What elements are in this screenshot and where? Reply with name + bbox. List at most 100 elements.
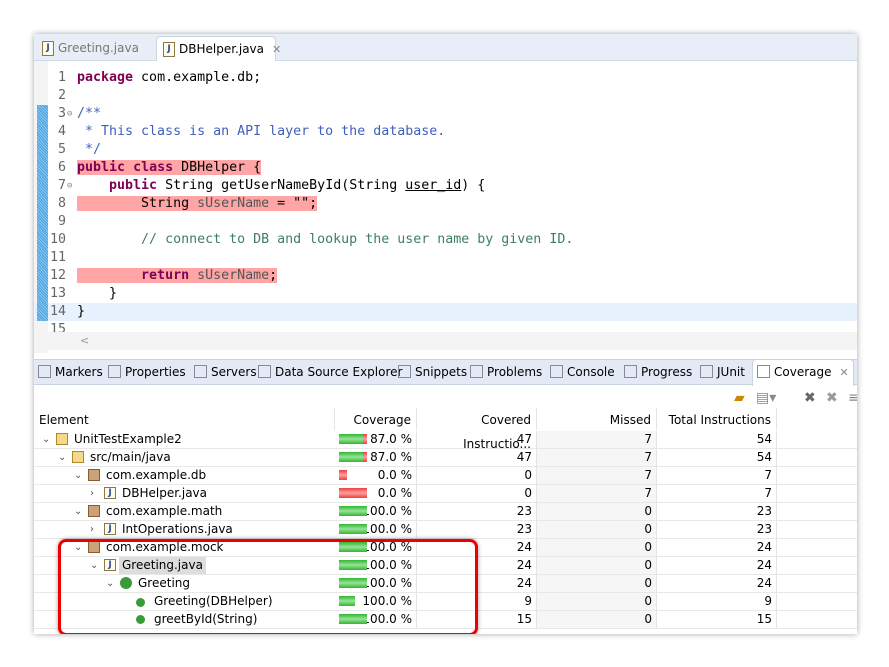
tab-greeting-java[interactable]: J Greeting.java [36, 36, 158, 60]
column-total[interactable]: Total Instructions [657, 408, 777, 430]
table-row[interactable]: ⌄ src/main/java 87.0 % 47 7 54 [34, 449, 857, 467]
chevron-down-icon[interactable]: ⌄ [42, 431, 50, 448]
chevron-down-icon[interactable]: ⌄ [74, 503, 82, 520]
line-number: 5 [57, 142, 66, 157]
tab-snippets[interactable]: Snippets [398, 360, 467, 384]
markers-icon [38, 365, 51, 378]
java-file-icon: J [104, 487, 116, 499]
element-name: com.example.math [106, 504, 223, 518]
coverage-marker [37, 141, 48, 159]
code-line[interactable]: 6 public class DBHelper { [34, 159, 857, 177]
tab-coverage[interactable]: Coverage ✕ [752, 359, 854, 386]
code-line[interactable]: 9 [34, 213, 857, 231]
total-cell: 7 [657, 467, 777, 484]
menu-icon[interactable]: ≡ [848, 390, 857, 406]
coverage-marker [37, 123, 48, 141]
code-line[interactable]: 11 [34, 249, 857, 267]
tab-data-source-explorer[interactable]: Data Source Explorer [258, 360, 402, 384]
element-name: com.example.db [106, 468, 207, 482]
console-icon [550, 365, 563, 378]
code-line[interactable]: 3 ⊖ /** [34, 105, 857, 123]
code-line[interactable]: 8 String sUserName = ""; [34, 195, 857, 213]
code-text: package com.example.db; [77, 70, 262, 85]
package-icon [88, 505, 100, 517]
remove-all-sessions-icon[interactable]: ✖ [826, 390, 838, 406]
code-line[interactable]: 7 ⊖ public String getUserNameById(String … [34, 177, 857, 195]
line-number: 10 [49, 232, 66, 247]
scroll-left-icon[interactable]: < [80, 334, 89, 347]
package-icon [88, 469, 100, 481]
tab-junit[interactable]: JUnit [700, 360, 745, 384]
code-line[interactable]: 5 */ [34, 141, 857, 159]
table-row[interactable]: ⌄ com.example.math 100.0 % 23 0 23 [34, 503, 857, 521]
code-line[interactable]: 4 * This class is an API layer to the da… [34, 123, 857, 141]
table-row[interactable]: ⌄ UnitTestExample2 87.0 % 47 7 54 [34, 431, 857, 449]
coverage-cell: 100.0 % [335, 503, 417, 520]
horizontal-scrollbar[interactable]: < [34, 332, 857, 350]
snippets-icon [398, 365, 411, 378]
coverage-bar-missed [339, 488, 367, 498]
close-icon[interactable]: ✕ [272, 43, 281, 56]
coverage-marker [37, 159, 48, 177]
column-covered[interactable]: Covered Instructio... [417, 408, 537, 451]
annotation-highlight-box [58, 539, 478, 634]
collapse-icon[interactable]: ▤▾ [756, 390, 776, 406]
coverage-cell: 0.0 % [335, 485, 417, 502]
coverage-cell: 100.0 % [335, 521, 417, 538]
properties-icon [108, 365, 121, 378]
missed-cell: 7 [537, 485, 657, 502]
covered-cell: 0 [417, 467, 537, 484]
column-element[interactable]: Element [34, 408, 335, 430]
chevron-right-icon[interactable]: › [90, 485, 94, 502]
code-line[interactable]: 1 package com.example.db; [34, 69, 857, 87]
close-icon[interactable]: ✕ [840, 366, 849, 379]
coverage-marker [37, 267, 48, 285]
total-cell: 23 [657, 503, 777, 520]
source-folder-icon [72, 451, 84, 463]
java-file-icon: J [104, 523, 116, 535]
missed-cell: 0 [537, 521, 657, 538]
missed-cell: 0 [537, 503, 657, 520]
code-text: } [77, 286, 118, 301]
column-coverage[interactable]: Coverage [335, 408, 417, 430]
tab-servers[interactable]: Servers [194, 360, 257, 384]
tab-progress[interactable]: Progress [624, 360, 692, 384]
coverage-table-header: Element Coverage Covered Instructio... M… [34, 408, 857, 451]
table-row[interactable]: ⌄ com.example.db 0.0 % 0 7 7 [34, 467, 857, 485]
code-line[interactable]: 2 [34, 87, 857, 105]
line-number: 4 [57, 124, 66, 139]
line-number: 9 [57, 214, 66, 229]
line-number: 12 [49, 268, 66, 283]
tab-properties[interactable]: Properties [108, 360, 186, 384]
covered-cell: 47 [417, 449, 537, 466]
code-editor[interactable]: 1 package com.example.db; 2 3 ⊖/** 4 * This c… [34, 61, 857, 353]
element-name: DBHelper.java [122, 486, 208, 500]
missed-cell: 7 [537, 431, 657, 448]
coverage-cell: 87.0 % [335, 449, 417, 466]
code-line[interactable]: 14} [34, 303, 857, 321]
fold-icon[interactable]: ⊖ [67, 177, 72, 195]
total-cell: 24 [657, 557, 777, 574]
code-line[interactable]: 10 // connect to DB and lookup the user … [34, 231, 857, 249]
show-coverage-icon[interactable]: ▰ [734, 390, 745, 406]
tab-dbhelper-java[interactable]: J DBHelper.java ✕ [156, 36, 281, 61]
code-line[interactable]: 13 } [34, 285, 857, 303]
missed-cell: 0 [537, 575, 657, 592]
chevron-right-icon[interactable]: › [90, 521, 94, 538]
line-number: 3 [57, 106, 66, 121]
fold-icon[interactable]: ⊖ [67, 105, 72, 123]
code-line[interactable]: 12 return sUserName; [34, 267, 857, 285]
chevron-down-icon[interactable]: ⌄ [74, 467, 82, 484]
tab-console[interactable]: Console [550, 360, 615, 384]
tab-problems[interactable]: Problems [470, 360, 542, 384]
tab-markers[interactable]: Markers [38, 360, 103, 384]
chevron-down-icon[interactable]: ⌄ [58, 449, 66, 466]
table-row[interactable]: › J DBHelper.java 0.0 % 0 7 7 [34, 485, 857, 503]
column-missed[interactable]: Missed Instructions [537, 408, 657, 451]
remove-session-icon[interactable]: ✖ [804, 390, 816, 406]
table-row[interactable]: › J IntOperations.java 100.0 % 23 0 23 [34, 521, 857, 539]
code-text: public class DBHelper { [77, 160, 262, 175]
code-text: */ [77, 142, 102, 157]
coverage-bar-covered [339, 452, 363, 462]
coverage-marker [37, 195, 48, 213]
